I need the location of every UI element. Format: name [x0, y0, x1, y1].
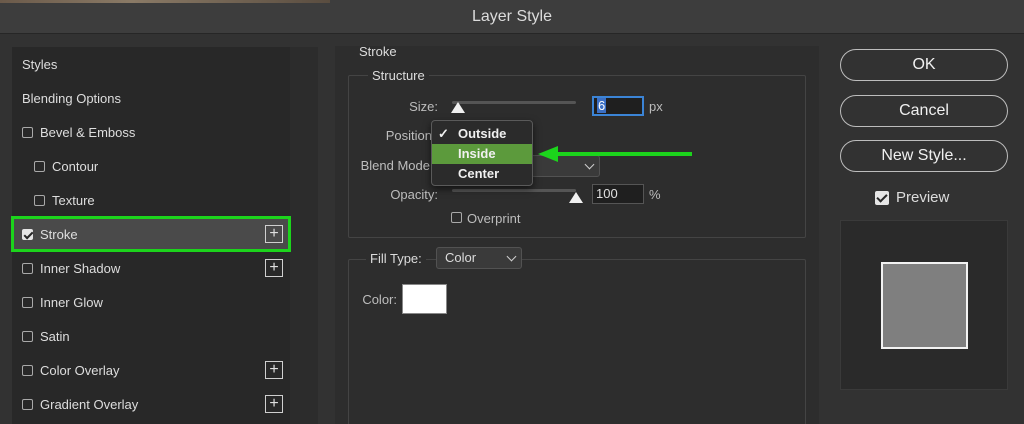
opacity-slider-track[interactable] [452, 189, 576, 192]
style-item-color-overlay[interactable]: Color Overlay + [12, 353, 290, 387]
plus-icon[interactable]: + [265, 395, 283, 413]
checkbox-icon[interactable] [34, 160, 45, 172]
style-item-label: Blending Options [22, 90, 122, 106]
style-item-stroke[interactable]: Stroke + [11, 216, 291, 252]
menu-option-outside[interactable]: ✓ Outside [432, 124, 532, 144]
checkbox-icon[interactable] [22, 262, 33, 274]
cancel-button[interactable]: Cancel [840, 95, 1008, 127]
plus-icon[interactable]: + [265, 361, 283, 379]
style-item-styles[interactable]: Styles [12, 47, 290, 81]
style-item-inner-shadow[interactable]: Inner Shadow + [12, 251, 290, 285]
style-item-blending-options[interactable]: Blending Options [12, 81, 290, 115]
style-item-label: Inner Glow [40, 294, 103, 310]
overprint-label: Overprint [467, 211, 521, 226]
slider-thumb-icon[interactable] [569, 192, 583, 203]
checkbox-icon[interactable] [22, 126, 33, 138]
checkbox-icon[interactable] [22, 330, 33, 342]
fill-type-label: Fill Type: [366, 251, 426, 266]
style-item-label: Satin [40, 328, 70, 344]
size-label: Size: [409, 99, 438, 114]
checkbox-icon[interactable] [22, 296, 33, 308]
overprint-checkbox[interactable] [451, 212, 462, 223]
arrow-left-icon [538, 146, 558, 162]
slider-thumb-icon[interactable] [451, 102, 465, 113]
preview-thumbnail [881, 262, 968, 349]
background-strip [0, 0, 330, 3]
style-item-label: Inner Shadow [40, 260, 121, 276]
size-slider-track[interactable] [452, 101, 576, 104]
checkmark-icon: ✓ [438, 126, 449, 141]
annotation-arrow-shaft [556, 152, 692, 156]
style-item-label: Stroke [40, 226, 78, 242]
opacity-input[interactable]: 100 [592, 184, 644, 204]
opacity-unit: % [649, 187, 661, 202]
style-item-label: Color Overlay [40, 362, 120, 378]
menu-option-label: Center [458, 166, 500, 181]
plus-icon[interactable]: + [265, 259, 283, 277]
preview-checkbox[interactable] [875, 191, 889, 205]
chevron-down-icon [584, 159, 595, 170]
ok-button[interactable]: OK [840, 49, 1008, 81]
color-label: Color: [362, 292, 397, 307]
new-style-button[interactable]: New Style... [840, 140, 1008, 172]
position-label: Position [385, 128, 432, 143]
checkbox-icon[interactable] [22, 228, 33, 240]
menu-option-label: Inside [458, 146, 496, 161]
opacity-label: Opacity: [390, 187, 438, 202]
size-input[interactable]: 6 [592, 96, 644, 116]
fill-type-select[interactable]: Color [436, 247, 522, 269]
position-dropdown-menu[interactable]: ✓ Outside Inside Center [431, 120, 533, 186]
style-item-contour[interactable]: Contour [12, 149, 290, 183]
blend-mode-label: Blend Mode [360, 158, 430, 173]
style-item-label: Styles [22, 56, 58, 72]
title-bar: Layer Style [0, 0, 1024, 34]
stroke-section-title: Stroke [359, 44, 397, 59]
color-swatch[interactable] [402, 284, 447, 314]
window-title: Layer Style [471, 8, 553, 25]
size-unit: px [649, 99, 663, 114]
styles-list-scrollbar[interactable] [290, 47, 318, 424]
style-item-label: Bevel & Emboss [40, 124, 136, 140]
style-item-bevel-and-emboss[interactable]: Bevel & Emboss [12, 115, 290, 149]
checkbox-icon[interactable] [34, 194, 45, 206]
styles-list[interactable]: Styles Blending Options Bevel & Emboss Cont… [11, 47, 318, 424]
menu-option-label: Outside [458, 126, 507, 141]
checkbox-icon[interactable] [22, 398, 33, 410]
style-item-gradient-overlay[interactable]: Gradient Overlay + [12, 387, 290, 421]
preview-panel [840, 220, 1008, 390]
fill-type-value: Color [445, 250, 477, 265]
menu-option-center[interactable]: Center [432, 164, 532, 184]
chevron-down-icon [506, 251, 517, 262]
checkbox-icon[interactable] [22, 364, 33, 376]
style-item-label: Gradient Overlay [40, 396, 139, 412]
style-item-label: Texture [52, 192, 95, 208]
style-item-inner-glow[interactable]: Inner Glow [12, 285, 290, 319]
preview-label: Preview [896, 189, 950, 206]
style-item-label: Contour [52, 158, 99, 174]
size-input-value: 6 [597, 98, 607, 113]
style-item-texture[interactable]: Texture [12, 183, 290, 217]
structure-title: Structure [368, 68, 429, 83]
plus-icon[interactable]: + [265, 225, 283, 243]
style-item-satin[interactable]: Satin [12, 319, 290, 353]
menu-option-inside[interactable]: Inside [432, 144, 532, 164]
